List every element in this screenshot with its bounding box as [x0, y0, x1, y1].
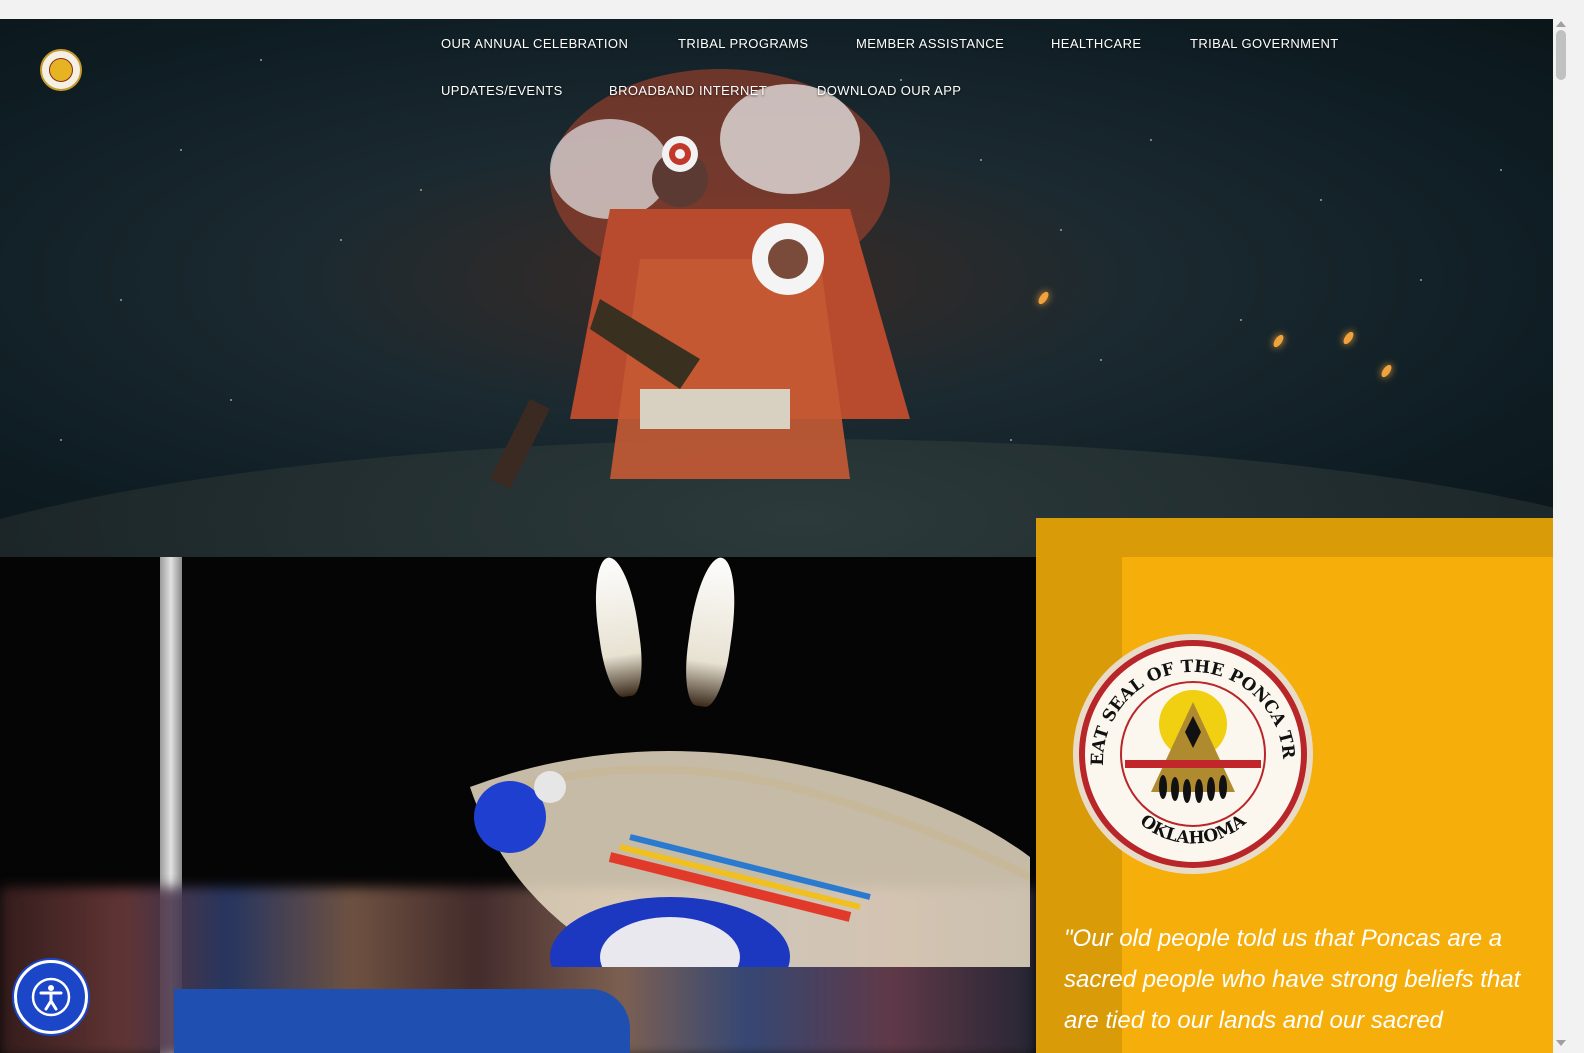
scroll-up-arrow-icon[interactable] — [1556, 21, 1566, 27]
quote-panel: GREAT SEAL OF THE PONCA TRIBE OKLAHOMA "… — [1036, 518, 1554, 1053]
nav-item-broadband-internet[interactable]: BROADBAND INTERNET — [609, 83, 767, 98]
great-seal-image: GREAT SEAL OF THE PONCA TRIBE OKLAHOMA — [1071, 632, 1313, 874]
ember — [1036, 290, 1051, 306]
nav-item-updates-events[interactable]: UPDATES/EVENTS — [441, 83, 563, 98]
blue-card — [174, 989, 630, 1053]
accessibility-button[interactable] — [14, 960, 88, 1034]
panel-accent-top — [1036, 518, 1554, 557]
nav-item-tribal-government[interactable]: TRIBAL GOVERNMENT — [1190, 36, 1339, 51]
ember — [1379, 363, 1394, 379]
site-header: OUR ANNUAL CELEBRATION TRIBAL PROGRAMS M… — [0, 19, 1569, 129]
nav-item-member-assistance[interactable]: MEMBER ASSISTANCE — [856, 36, 1004, 51]
feather — [679, 557, 743, 710]
scrollbar[interactable] — [1553, 19, 1569, 1053]
page-viewport: OUR ANNUAL CELEBRATION TRIBAL PROGRAMS M… — [0, 19, 1569, 1053]
headdress-image — [470, 751, 1030, 967]
nav-item-download-app[interactable]: DOWNLOAD OUR APP — [817, 83, 961, 98]
nav-item-annual-celebration[interactable]: OUR ANNUAL CELEBRATION — [441, 36, 628, 51]
quote-text: "Our old people told us that Poncas are … — [1064, 925, 1521, 1034]
feather — [588, 557, 648, 700]
scroll-down-arrow-icon[interactable] — [1556, 1040, 1566, 1046]
ember — [1341, 330, 1356, 346]
tribe-logo-icon[interactable] — [40, 49, 82, 91]
ember — [1271, 333, 1286, 349]
nav-item-tribal-programs[interactable]: TRIBAL PROGRAMS — [678, 36, 808, 51]
nav-item-healthcare[interactable]: HEALTHCARE — [1051, 36, 1141, 51]
accessibility-icon — [31, 977, 71, 1017]
browser-top-strip — [0, 0, 1584, 19]
scrollbar-thumb[interactable] — [1556, 30, 1566, 80]
dancer-photo-section — [0, 557, 1036, 1053]
